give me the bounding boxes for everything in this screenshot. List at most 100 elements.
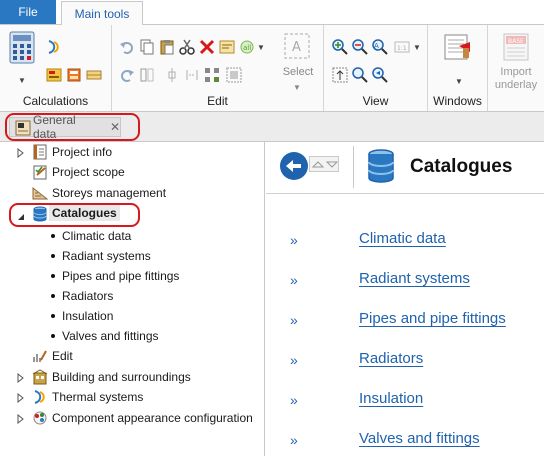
svg-text:BASE: BASE bbox=[508, 38, 524, 45]
windows-icon[interactable] bbox=[443, 32, 473, 62]
catalogue-link-label[interactable]: Valves and fittings bbox=[359, 430, 480, 447]
cut-icon[interactable] bbox=[179, 39, 195, 55]
catalogue-link-pipes-and-pipe-fittings[interactable]: » Pipes and pipe fittings bbox=[266, 310, 544, 332]
tree-item-component-appearance-configuration[interactable]: Component appearance configuration bbox=[0, 408, 265, 428]
svg-text:A: A bbox=[374, 42, 379, 50]
match-properties-dropdown-icon[interactable]: ▼ bbox=[257, 43, 265, 52]
select-dropdown-icon[interactable]: ▼ bbox=[293, 83, 301, 92]
panel-title: Catalogues bbox=[410, 156, 513, 177]
tree-item-insulation[interactable]: Insulation bbox=[0, 306, 265, 326]
catalogue-link-label[interactable]: Climatic data bbox=[359, 230, 446, 247]
back-button[interactable] bbox=[280, 152, 308, 180]
paste-icon[interactable] bbox=[159, 39, 175, 55]
delete-icon[interactable] bbox=[199, 39, 215, 55]
tree-item-radiant-systems[interactable]: Radiant systems bbox=[0, 246, 265, 266]
tree-item-project-info[interactable]: Project info bbox=[0, 142, 265, 162]
import-underlay-icon[interactable]: BASE bbox=[502, 32, 530, 62]
pan-icon[interactable] bbox=[332, 67, 348, 83]
distribute-icon[interactable] bbox=[184, 67, 200, 83]
catalogue-link-radiators[interactable]: » Radiators bbox=[266, 350, 544, 372]
windows-dropdown-icon[interactable]: ▼ bbox=[455, 77, 463, 86]
bullet-icon bbox=[51, 234, 55, 238]
zoom-window-icon[interactable] bbox=[352, 67, 368, 83]
tree-item-radiators[interactable]: Radiators bbox=[0, 286, 265, 306]
report-export-icon[interactable] bbox=[66, 67, 82, 83]
ribbon: ▼ Calculations all ▼ A Select ▼ Edit A 1… bbox=[0, 24, 544, 112]
tab-file[interactable]: File bbox=[0, 0, 56, 24]
tree-item-thermal-systems[interactable]: Thermal systems bbox=[0, 387, 265, 407]
tree-item-pipes-and-pipe-fittings[interactable]: Pipes and pipe fittings bbox=[0, 266, 265, 286]
tree-item-edit[interactable]: Edit bbox=[0, 346, 265, 366]
expand-arrow-icon[interactable] bbox=[17, 392, 24, 406]
tree-item-label: Radiators bbox=[62, 289, 114, 303]
import-underlay-label[interactable]: Import underlay bbox=[488, 66, 544, 92]
expand-arrow-icon[interactable] bbox=[17, 372, 24, 386]
mirror-icon[interactable] bbox=[139, 67, 155, 83]
tree-item-building-and-surroundings[interactable]: Building and surroundings bbox=[0, 367, 265, 387]
expand-arrow-icon[interactable] bbox=[17, 147, 24, 161]
calculator-icon[interactable] bbox=[8, 31, 36, 65]
catalogue-link-insulation[interactable]: » Insulation bbox=[266, 390, 544, 412]
tree-item-valves-and-fittings[interactable]: Valves and fittings bbox=[0, 326, 265, 346]
copy-icon[interactable] bbox=[139, 39, 155, 55]
catalogue-link-label[interactable]: Pipes and pipe fittings bbox=[359, 310, 506, 327]
group-edit: all ▼ A Select ▼ Edit bbox=[112, 25, 324, 111]
ribbon-tabbar: File Main tools bbox=[0, 0, 544, 25]
project-tree: Project info Project scope Storeys manag… bbox=[0, 142, 265, 456]
calculator-dropdown-icon[interactable]: ▼ bbox=[18, 76, 26, 85]
zoom-previous-icon[interactable] bbox=[372, 67, 388, 83]
project-info-icon bbox=[32, 144, 48, 160]
select-icon[interactable]: A bbox=[283, 32, 311, 60]
match-properties-icon[interactable]: all bbox=[239, 39, 255, 55]
thermal-systems-icon bbox=[32, 389, 48, 405]
group-label-windows: Windows bbox=[433, 94, 482, 108]
svg-text:all: all bbox=[243, 44, 251, 52]
report-list-icon[interactable] bbox=[46, 67, 62, 83]
tree-item-label: Edit bbox=[52, 349, 73, 363]
bullet-icon bbox=[51, 334, 55, 338]
redo-icon[interactable] bbox=[119, 67, 135, 83]
nav-up-down-buttons[interactable] bbox=[309, 156, 339, 172]
group-label-calculations: Calculations bbox=[22, 94, 89, 108]
zoom-all-icon[interactable]: A bbox=[372, 39, 388, 55]
tree-item-label: Project scope bbox=[52, 165, 125, 179]
tree-item-project-scope[interactable]: Project scope bbox=[0, 162, 265, 182]
catalogue-link-radiant-systems[interactable]: » Radiant systems bbox=[266, 270, 544, 292]
catalogue-link-label[interactable]: Insulation bbox=[359, 390, 423, 407]
tree-item-label: Storeys management bbox=[52, 186, 167, 200]
properties-icon[interactable] bbox=[219, 39, 235, 55]
catalogue-link-valves-and-fittings[interactable]: » Valves and fittings bbox=[266, 430, 544, 452]
double-chevron-icon: » bbox=[290, 232, 298, 248]
group-label-edit: Edit bbox=[207, 94, 228, 108]
zoom-out-icon[interactable] bbox=[352, 39, 368, 55]
select-label[interactable]: Select bbox=[280, 66, 316, 78]
double-chevron-icon: » bbox=[290, 272, 298, 288]
svg-text:1:1: 1:1 bbox=[397, 45, 407, 52]
tree-item-storeys-management[interactable]: Storeys management bbox=[0, 183, 265, 203]
group-label-view: View bbox=[362, 94, 389, 108]
undo-icon[interactable] bbox=[119, 39, 135, 55]
zoom-in-icon[interactable] bbox=[332, 39, 348, 55]
group-objects-icon[interactable] bbox=[226, 67, 242, 83]
tab-main-tools[interactable]: Main tools bbox=[61, 1, 143, 25]
edit-icon bbox=[32, 348, 48, 364]
zoom-scale-icon[interactable]: 1:1 bbox=[394, 39, 410, 55]
catalogue-link-climatic-data[interactable]: » Climatic data bbox=[266, 230, 544, 252]
group-import-underlay: BASE Import underlay bbox=[488, 25, 544, 111]
bullet-icon bbox=[51, 294, 55, 298]
tree-item-label: Pipes and pipe fittings bbox=[62, 269, 180, 283]
header-divider bbox=[353, 146, 354, 188]
tree-item-label: Component appearance configuration bbox=[52, 411, 253, 425]
tree-item-climatic-data[interactable]: Climatic data bbox=[0, 226, 265, 246]
document-tab-strip: General data ✕ bbox=[0, 112, 544, 142]
tree-item-label: Radiant systems bbox=[62, 249, 151, 263]
align-icon[interactable] bbox=[164, 67, 180, 83]
catalogue-link-label[interactable]: Radiators bbox=[359, 350, 423, 367]
array-icon[interactable] bbox=[204, 67, 220, 83]
radiant-heating-icon[interactable] bbox=[46, 39, 62, 55]
bill-of-materials-icon[interactable] bbox=[86, 67, 102, 83]
expand-arrow-icon[interactable] bbox=[17, 413, 24, 427]
catalogue-link-label[interactable]: Radiant systems bbox=[359, 270, 470, 287]
svg-text:A: A bbox=[292, 40, 301, 55]
zoom-scale-dropdown-icon[interactable]: ▼ bbox=[413, 43, 421, 52]
